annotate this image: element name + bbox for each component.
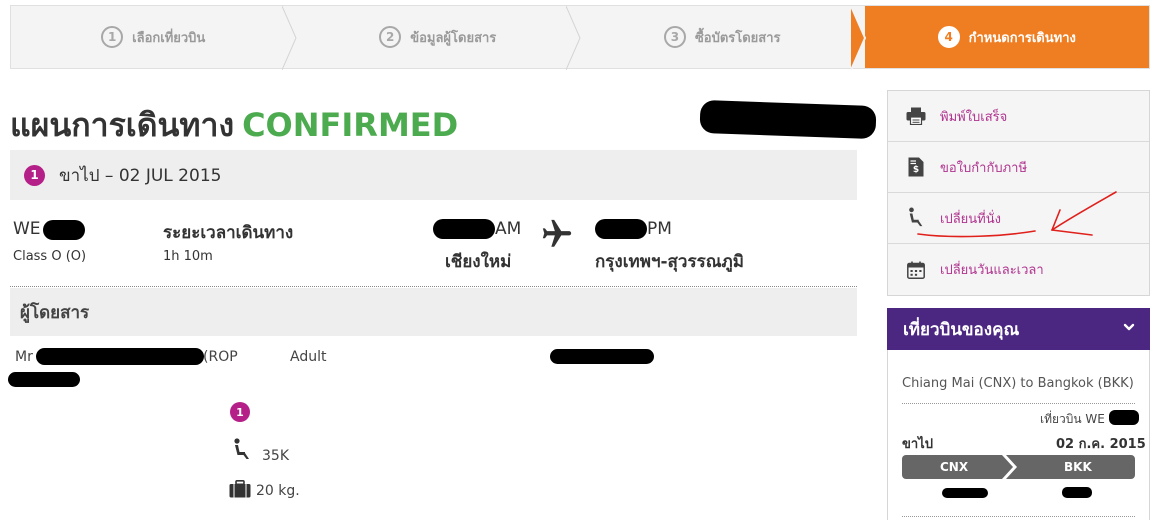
printer-icon — [906, 106, 926, 126]
step-itinerary[interactable]: 4 กำหนดการเดินทาง — [864, 6, 1149, 68]
booking-stepper: 1 เลือกเที่ยวบิน 2 ข้อมูลผู้โดยสาร 3 ซื้… — [10, 5, 1150, 70]
step-purchase[interactable]: 3 ซื้อบัตรโดยสาร — [580, 6, 866, 70]
step-divider-chevron — [566, 6, 581, 70]
baggage-allowance: 20 kg. — [256, 483, 300, 499]
baggage-icon — [229, 480, 251, 498]
passenger-number-badge: 1 — [230, 402, 250, 422]
depart-time-suffix: AM — [495, 219, 522, 239]
booking-status: CONFIRMED — [242, 106, 459, 144]
step-label: เลือกเที่ยวบิน — [132, 30, 206, 46]
passenger-type: Adult — [290, 349, 327, 365]
page-title-text: แผนการเดินทาง — [10, 106, 235, 144]
passenger-name-suffix: (ROP — [203, 349, 238, 365]
calendar-icon — [906, 260, 926, 280]
route-destination-code: BKK — [1064, 460, 1092, 474]
arrive-time-suffix: PM — [647, 219, 672, 239]
step-number: 4 — [937, 26, 960, 48]
step-divider-chevron — [850, 6, 866, 70]
seat-number: 35K — [262, 448, 289, 464]
passenger-title: Mr — [15, 349, 33, 365]
page-title: แผนการเดินทาง CONFIRMED — [10, 100, 458, 151]
request-tax-invoice-link[interactable]: $ ขอใบกำกับภาษี — [888, 142, 1149, 193]
step-label: กำหนดการเดินทาง — [968, 30, 1076, 46]
step-label: ซื้อบัตรโดยสาร — [694, 30, 781, 46]
flight-number: WE — [13, 219, 41, 239]
svg-text:$: $ — [913, 165, 919, 175]
leg-date-label: ขาไป – 02 JUL 2015 — [59, 165, 222, 186]
depart-city: เชียงใหม่ — [445, 252, 512, 272]
print-receipt-label: พิมพ์ใบเสร็จ — [940, 109, 1008, 125]
step-number: 2 — [379, 26, 402, 48]
leg-number-badge: 1 — [24, 164, 45, 186]
arrive-city: กรุงเทพฯ-สุวรรณภูมิ — [595, 252, 744, 272]
redaction-passenger-ticket — [550, 349, 654, 364]
redaction-arrive-time — [595, 219, 647, 239]
redaction-depart-time — [433, 219, 495, 239]
duration-value: 1h 10m — [163, 249, 213, 264]
redaction-destination-time — [1062, 487, 1092, 498]
duration-label: ระยะเวลาเดินทาง — [163, 223, 294, 243]
redaction-flight-number — [43, 220, 85, 240]
step-divider-chevron — [281, 6, 297, 70]
leg-header: 1 ขาไป – 02 JUL 2015 — [10, 150, 857, 200]
tax-invoice-icon: $ — [906, 157, 926, 177]
step-select-flight[interactable]: 1 เลือกเที่ยวบิน — [11, 6, 297, 70]
chevron-down-icon[interactable] — [1122, 320, 1136, 334]
step-number: 1 — [101, 26, 124, 48]
redaction-booking-ref — [699, 99, 877, 140]
route-bar — [902, 455, 1135, 479]
print-receipt-link[interactable]: พิมพ์ใบเสร็จ — [888, 91, 1149, 142]
change-date-time-link[interactable]: เปลี่ยนวันและเวลา — [888, 244, 1149, 295]
redaction-origin-time — [942, 488, 988, 498]
redaction-your-flight-number — [1109, 410, 1139, 425]
seat-icon — [234, 438, 249, 459]
your-flight-date: 02 ก.ค. 2015 — [1056, 437, 1146, 452]
your-flight-title: เที่ยวบินของคุณ — [903, 319, 1020, 340]
your-flight-panel-header[interactable]: เที่ยวบินของคุณ — [887, 308, 1150, 350]
request-tax-invoice-label: ขอใบกำกับภาษี — [940, 160, 1028, 176]
redaction-passenger-name-2 — [8, 372, 80, 387]
route-origin-code: CNX — [940, 460, 969, 474]
your-flight-bottom-divider — [902, 516, 1135, 517]
redaction-passenger-name — [36, 348, 204, 365]
your-flight-number: เที่ยวบิน WE — [1040, 412, 1105, 426]
red-annotation — [917, 191, 1117, 238]
step-number: 3 — [663, 26, 686, 48]
change-date-time-label: เปลี่ยนวันและเวลา — [940, 263, 1044, 278]
your-flight-direction: ขาไป — [902, 437, 933, 452]
step-label: ข้อมูลผู้โดยสาร — [410, 30, 497, 46]
airplane-icon — [542, 219, 572, 247]
fare-class: Class O (O) — [13, 249, 87, 264]
your-flight-divider — [902, 403, 1135, 404]
step-passenger-info[interactable]: 2 ข้อมูลผู้โดยสาร — [295, 6, 581, 70]
your-flight-route: Chiang Mai (CNX) to Bangkok (BKK) — [902, 376, 1134, 391]
section-divider — [10, 286, 857, 287]
passengers-header-label: ผู้โดยสาร — [20, 302, 90, 323]
passengers-header: ผู้โดยสาร — [10, 288, 857, 336]
